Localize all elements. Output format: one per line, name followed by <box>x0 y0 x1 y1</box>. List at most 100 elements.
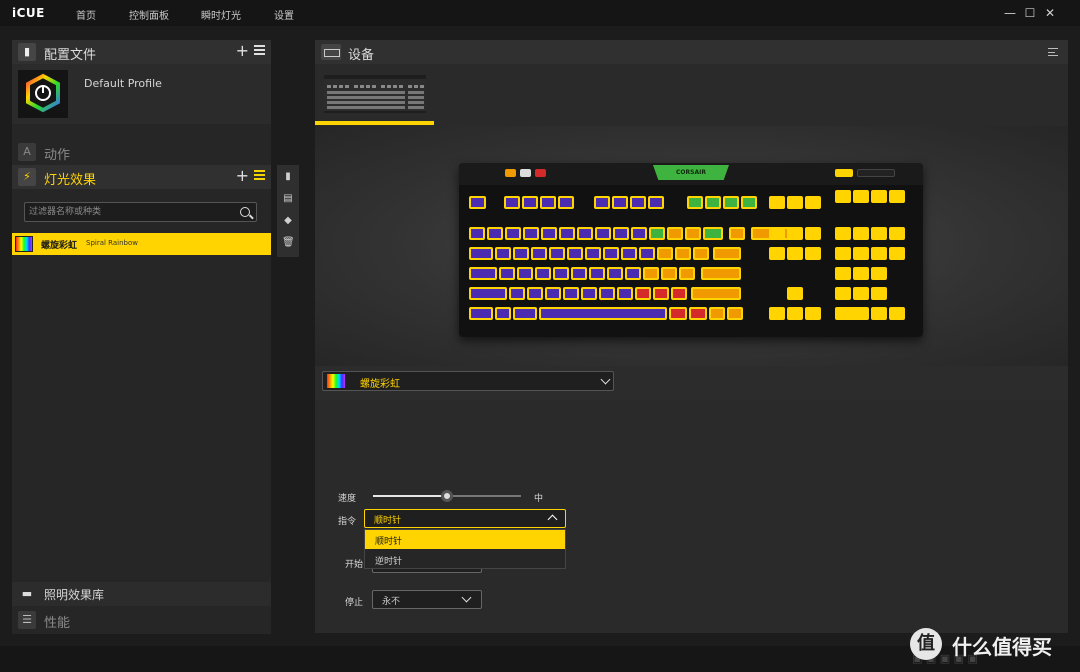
move-icon[interactable]: ◆ <box>282 215 294 227</box>
keyboard-key <box>559 227 575 240</box>
keyboard-key <box>853 190 869 203</box>
performance-section[interactable]: ☰ 性能 <box>12 608 271 632</box>
speed-slider[interactable] <box>373 490 521 502</box>
keyboard-key <box>639 247 655 260</box>
keyboard-key <box>871 287 887 300</box>
nav-settings[interactable]: 设置 <box>274 7 294 22</box>
profiles-menu-icon[interactable] <box>254 45 265 55</box>
lighting-title: 灯光效果 <box>44 173 97 188</box>
keyboard-key <box>713 247 741 260</box>
lighting-menu-icon[interactable] <box>254 170 265 180</box>
keyboard-key <box>787 247 803 260</box>
keyboard-key <box>505 227 521 240</box>
keyboard-key <box>513 307 537 320</box>
keyboard-key <box>563 287 579 300</box>
keyboard-key <box>889 227 905 240</box>
minimize-button[interactable]: — <box>1003 6 1017 20</box>
profiles-title: 配置文件 <box>44 48 97 63</box>
device-thumbnail[interactable] <box>324 75 426 113</box>
keyboard-key <box>871 247 887 260</box>
stop-dropdown[interactable]: 永不 <box>372 590 482 609</box>
devices-header: 设备 <box>315 40 1068 64</box>
keyboard-key <box>553 267 569 280</box>
rainbow-swatch-icon <box>15 236 33 252</box>
keyboard-key <box>535 267 551 280</box>
effect-list-item[interactable]: 螺旋彩虹 Spiral Rainbow <box>12 233 271 255</box>
watermark-logo: 值 <box>910 628 942 660</box>
device-selected-indicator <box>315 121 434 125</box>
filter-field[interactable] <box>24 202 257 222</box>
keyboard-key <box>635 287 651 300</box>
keyboard-key <box>853 227 869 240</box>
keyboard-key <box>517 267 533 280</box>
keyboard-key <box>595 227 611 240</box>
keyboard-key <box>499 267 515 280</box>
close-button[interactable]: ✕ <box>1043 6 1057 20</box>
icue-profile-icon <box>26 73 60 113</box>
direction-value: 顺时针 <box>374 516 402 526</box>
add-effect-plus-icon[interactable]: + <box>236 166 249 185</box>
keyboard-key <box>693 247 709 260</box>
keyboard-key <box>685 227 701 240</box>
keyboard-key <box>613 227 629 240</box>
keyboard-key <box>679 267 695 280</box>
keyboard-key <box>769 227 785 240</box>
keyboard-key <box>594 196 610 209</box>
keyboard-key <box>769 247 785 260</box>
effect-select-value: 螺旋彩虹 <box>360 379 400 390</box>
devices-menu-icon[interactable] <box>1048 48 1058 56</box>
keyboard-image[interactable]: CORSAIR <box>459 163 923 337</box>
keyboard-key <box>631 227 647 240</box>
nav-instant-lighting[interactable]: 瞬时灯光 <box>201 7 241 22</box>
speed-slider-fill <box>373 495 447 497</box>
direction-option-clockwise[interactable]: 顺时针 <box>365 530 565 549</box>
keyboard-key <box>541 227 557 240</box>
filter-input[interactable] <box>29 204 229 220</box>
keyboard-key <box>571 267 587 280</box>
keyboard-key <box>675 247 691 260</box>
keyboard-key <box>787 196 803 209</box>
effect-select-dropdown[interactable]: 螺旋彩虹 <box>322 371 614 391</box>
keyboard-key <box>835 307 869 320</box>
effect-name: 螺旋彩虹 <box>41 241 78 251</box>
profile-name[interactable]: Default Profile <box>84 77 162 90</box>
keyboard-key <box>621 247 637 260</box>
actions-section[interactable]: A 动作 <box>12 140 271 164</box>
library-section[interactable]: ▬ 照明效果库 <box>12 582 271 606</box>
keyboard-key <box>648 196 664 209</box>
profile-icon: ▮ <box>18 43 36 61</box>
top-bar: iCUE 首页 控制面板 瞬时灯光 设置 — ☐ ✕ <box>0 0 1080 26</box>
speed-value-label: 中 <box>534 494 544 504</box>
keyboard-key <box>703 227 723 240</box>
effect-settings: 速度 中 指令 顺时针 开始 顺时针 逆时针 停止 永不 <box>315 400 1068 633</box>
keyboard-key <box>729 227 745 240</box>
search-icon[interactable] <box>240 207 250 217</box>
keyboard-preview: CORSAIR <box>315 126 1068 366</box>
nav-dashboard[interactable]: 控制面板 <box>129 7 169 22</box>
copy-icon[interactable]: ▮ <box>282 171 294 183</box>
stop-value: 永不 <box>382 597 401 607</box>
keyboard-key <box>469 196 486 209</box>
direction-option-counterclockwise[interactable]: 逆时针 <box>365 550 565 569</box>
direction-dropdown[interactable]: 顺时针 <box>364 509 566 528</box>
profile-thumbnail[interactable] <box>18 70 68 118</box>
keyboard-key <box>871 190 887 203</box>
maximize-button[interactable]: ☐ <box>1023 6 1037 20</box>
keyboard-key <box>769 196 785 209</box>
keyboard-key <box>504 196 520 209</box>
trash-icon[interactable]: 🗑 <box>282 237 295 249</box>
keyboard-icon[interactable]: ▤ <box>282 193 294 205</box>
option-label: 逆时针 <box>375 557 403 567</box>
speed-slider-thumb[interactable] <box>441 490 453 502</box>
corsair-logo: CORSAIR <box>653 165 729 180</box>
add-profile-plus-icon[interactable]: + <box>236 41 249 60</box>
chevron-up-icon <box>547 514 558 525</box>
performance-icon: ☰ <box>18 611 36 629</box>
keyboard-key <box>871 227 887 240</box>
keyboard-key <box>630 196 646 209</box>
keyboard-key <box>469 227 485 240</box>
keyboard-key <box>523 227 539 240</box>
effect-subtitle: Spiral Rainbow <box>86 239 139 247</box>
keyboard-key <box>653 287 669 300</box>
nav-home[interactable]: 首页 <box>76 7 96 22</box>
